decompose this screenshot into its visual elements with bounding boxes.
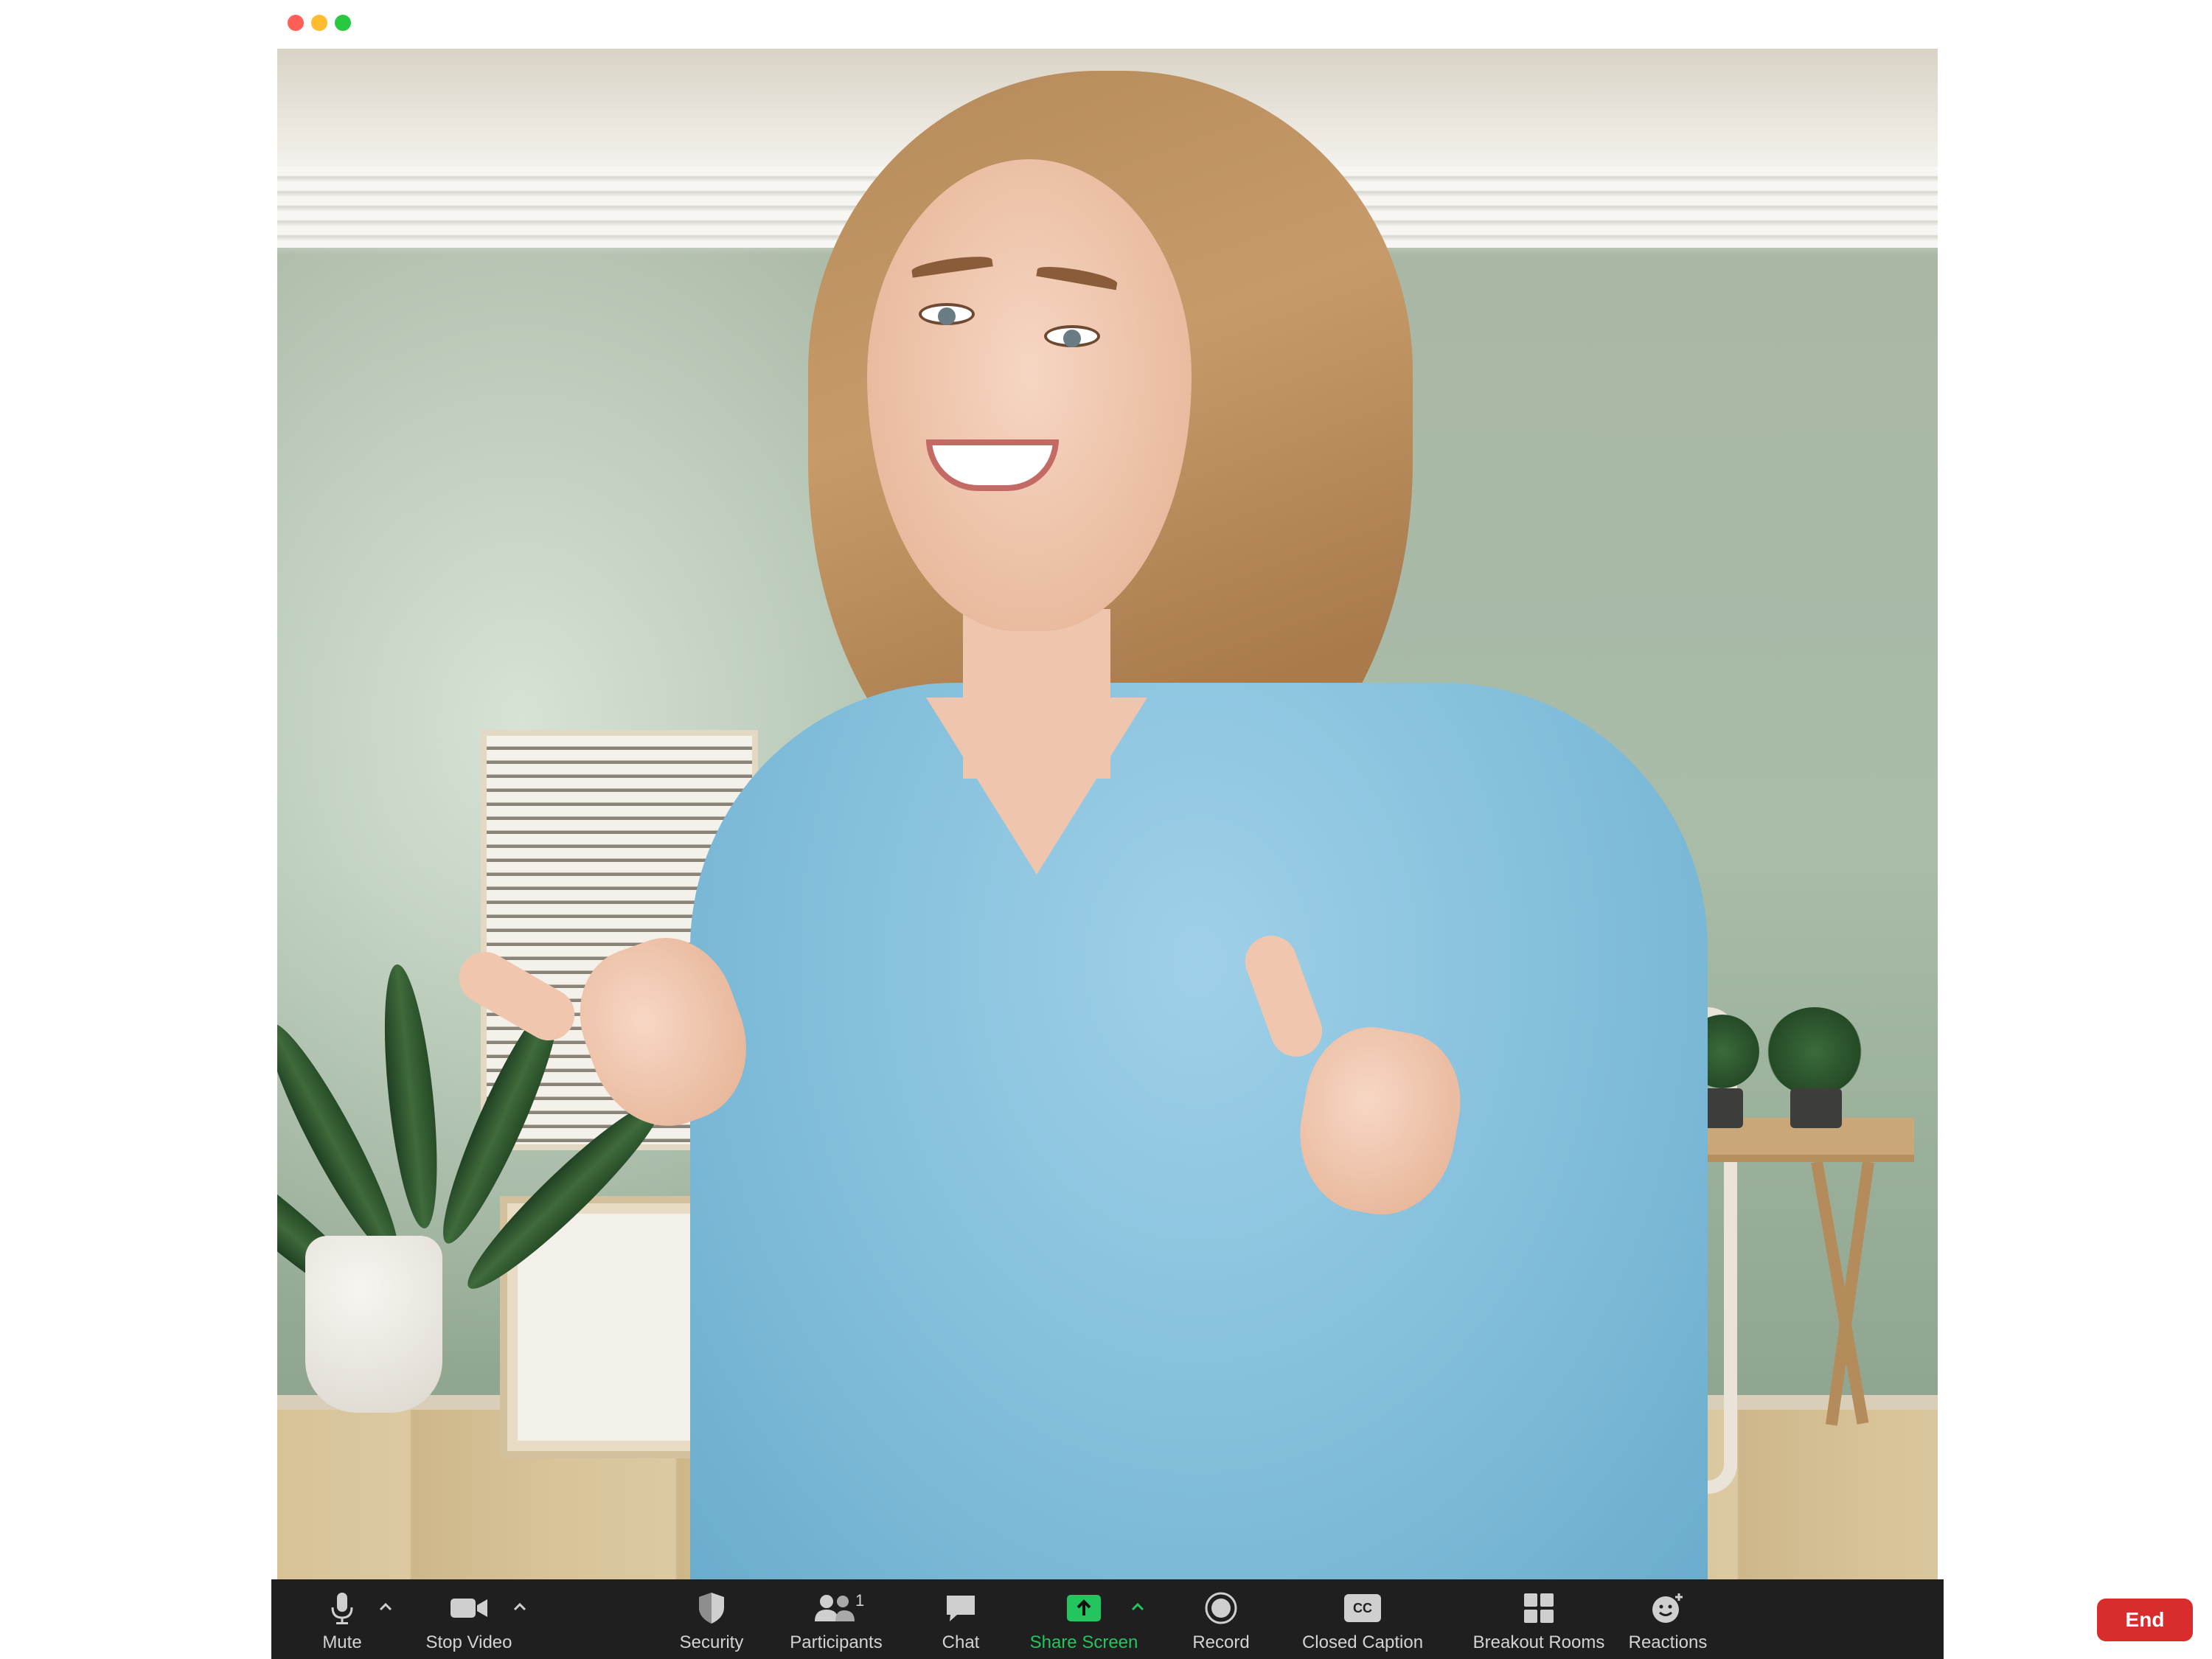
left-eye xyxy=(919,303,975,325)
mute-label: Mute xyxy=(322,1632,362,1652)
close-window-button[interactable] xyxy=(288,15,304,31)
desk-plant-pot xyxy=(1790,1088,1842,1128)
breakout-rooms-label: Breakout Rooms xyxy=(1472,1632,1605,1652)
closed-caption-icon: CC xyxy=(1344,1590,1381,1627)
breakout-rooms-icon xyxy=(1523,1590,1555,1627)
end-meeting-button[interactable]: End xyxy=(2097,1599,2193,1641)
breakout-rooms-button[interactable]: Breakout Rooms xyxy=(1454,1579,1624,1659)
closed-caption-icon-text: CC xyxy=(1344,1594,1381,1622)
desk-plant-pot xyxy=(1702,1088,1743,1128)
video-options-caret-icon[interactable] xyxy=(512,1601,528,1612)
chat-bubble-icon xyxy=(944,1590,978,1627)
video-camera-icon xyxy=(449,1590,489,1627)
record-icon xyxy=(1204,1590,1238,1627)
record-label: Record xyxy=(1192,1632,1250,1652)
shield-icon xyxy=(697,1590,726,1627)
reactions-button[interactable]: Reactions xyxy=(1616,1579,1719,1659)
participant-count-badge: 1 xyxy=(855,1591,865,1610)
right-eye xyxy=(1044,325,1100,347)
mute-button[interactable]: Mute xyxy=(298,1579,386,1659)
record-button[interactable]: Record xyxy=(1177,1579,1265,1659)
share-screen-icon xyxy=(1065,1590,1102,1627)
closed-caption-button[interactable]: CC Closed Caption xyxy=(1289,1579,1436,1659)
minimize-window-button[interactable] xyxy=(311,15,327,31)
participants-button[interactable]: Participants xyxy=(777,1579,895,1659)
closed-caption-label: Closed Caption xyxy=(1301,1632,1424,1652)
person-face xyxy=(867,159,1192,631)
share-screen-label: Share Screen xyxy=(1029,1632,1138,1652)
zoom-window-button[interactable] xyxy=(335,15,351,31)
security-button[interactable]: Security xyxy=(664,1579,759,1659)
share-screen-button[interactable]: Share Screen xyxy=(1025,1579,1143,1659)
security-label: Security xyxy=(679,1632,744,1652)
reactions-label: Reactions xyxy=(1628,1632,1708,1652)
stop-video-button[interactable]: Stop Video xyxy=(417,1579,521,1659)
participants-label: Participants xyxy=(790,1632,883,1652)
chat-button[interactable]: Chat xyxy=(920,1579,1001,1659)
plant-pot xyxy=(305,1236,442,1413)
participants-icon xyxy=(813,1590,859,1627)
video-feed xyxy=(277,49,1938,1579)
share-options-caret-icon[interactable] xyxy=(1130,1601,1146,1612)
person-sweater xyxy=(690,683,1708,1579)
chat-label: Chat xyxy=(942,1632,980,1652)
window-controls xyxy=(288,15,351,31)
desk-plant xyxy=(1767,1007,1863,1096)
meeting-toolbar: Mute Stop Video Security Participants 1 … xyxy=(271,1579,2193,1659)
stop-video-label: Stop Video xyxy=(425,1632,512,1652)
reactions-icon xyxy=(1649,1590,1686,1627)
audio-options-caret-icon[interactable] xyxy=(378,1601,394,1612)
microphone-icon xyxy=(330,1590,355,1627)
